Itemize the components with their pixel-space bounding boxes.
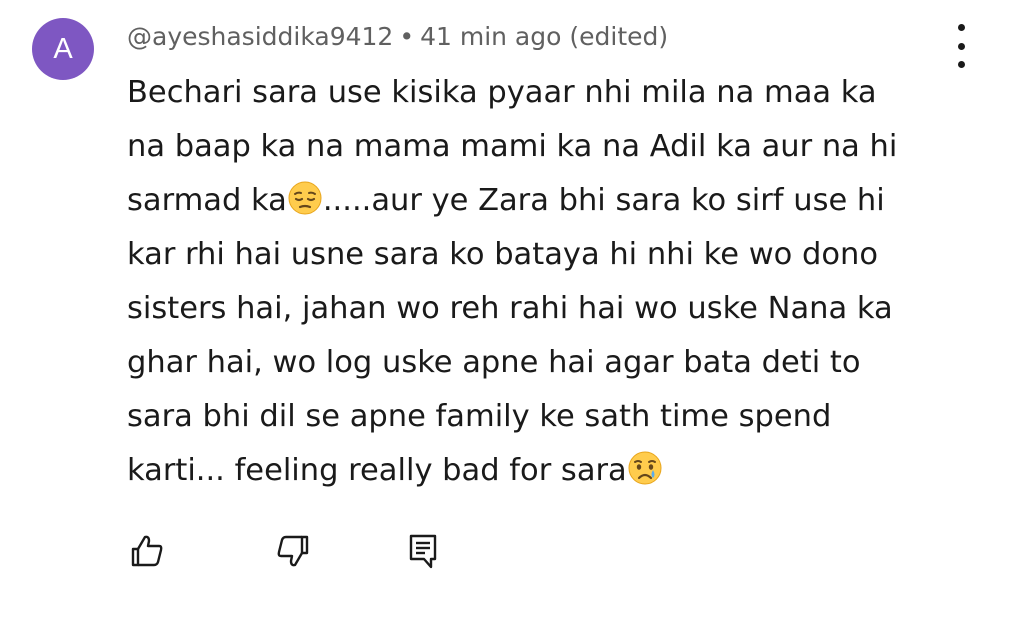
comment-timestamp[interactable]: 41 min ago	[420, 22, 561, 51]
comment-line-text: ghar hai, wo log uske apne hai agar bata…	[127, 345, 861, 380]
comment-card: A @ayeshasiddika9412 • 41 min ago (edite…	[0, 0, 1024, 643]
menu-dot	[957, 24, 965, 31]
comment-line-text: Bechari sara use kisika pyaar nhi mila n…	[127, 75, 877, 110]
comment-line: Bechari sara use kisika pyaar nhi mila n…	[127, 66, 997, 120]
comment-line-text: sisters hai, jahan wo reh rahi hai wo us…	[127, 291, 893, 326]
comment-actions	[0, 528, 1024, 578]
comment-line: na baap ka na mama mami ka na Adil ka au…	[127, 120, 997, 174]
comment-line: kar rhi hai usne sara ko bataya hi nhi k…	[127, 228, 997, 282]
comment-line-text: na baap ka na mama mami ka na Adil ka au…	[127, 129, 898, 164]
dislike-button[interactable]	[270, 528, 316, 574]
thumbs-down-icon	[277, 535, 309, 567]
comment-line-text: sarmad ka	[127, 183, 287, 218]
comment-line-text: kar rhi hai usne sara ko bataya hi nhi k…	[127, 237, 879, 272]
reply-button[interactable]	[400, 528, 446, 574]
comment-header: @ayeshasiddika9412 • 41 min ago (edited)	[127, 17, 668, 55]
avatar[interactable]: A	[32, 18, 94, 80]
crying-face-emoji	[628, 451, 662, 485]
comment-line: sarmad ka .....aur ye Zara bhi sara ko s…	[127, 174, 997, 228]
more-vertical-icon[interactable]	[946, 24, 976, 68]
comment-line-text: karti... feeling really bad for sara	[127, 453, 627, 488]
comment-line-text: sara bhi dil se apne family ke sath time…	[127, 399, 832, 434]
pensive-face-emoji	[288, 181, 322, 215]
comment-text: Bechari sara use kisika pyaar nhi mila n…	[127, 66, 997, 498]
avatar-letter: A	[53, 32, 73, 65]
reply-comment-icon	[409, 534, 437, 569]
like-button[interactable]	[124, 528, 170, 574]
comment-line: sara bhi dil se apne family ke sath time…	[127, 390, 997, 444]
comment-line: ghar hai, wo log uske apne hai agar bata…	[127, 336, 997, 390]
author-handle[interactable]: @ayeshasiddika9412	[127, 22, 393, 51]
edited-label: (edited)	[569, 21, 669, 51]
comment-line: sisters hai, jahan wo reh rahi hai wo us…	[127, 282, 997, 336]
thumbs-up-icon	[131, 535, 163, 567]
comment-line-text: .....aur ye Zara bhi sara ko sirf use hi	[322, 183, 885, 218]
header-separator: •	[399, 21, 415, 51]
menu-dot	[957, 42, 965, 50]
comment-line: karti... feeling really bad for sara	[127, 444, 997, 498]
